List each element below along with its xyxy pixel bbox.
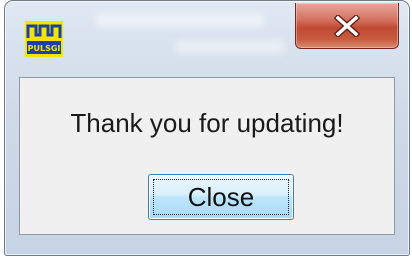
pulsgi-logo-icon: PULSGI	[25, 21, 63, 57]
pulsgi-logo-text: PULSGI	[28, 44, 61, 53]
close-icon	[334, 14, 360, 37]
dialog-message: Thank you for updating!	[70, 108, 344, 138]
close-window-button[interactable]	[295, 3, 399, 49]
glass-reflection	[175, 41, 285, 53]
glass-reflection	[95, 13, 265, 27]
dialog-window: PULSGI Thank you for updating! Close	[4, 0, 410, 256]
title-bar[interactable]: PULSGI	[5, 1, 409, 77]
dialog-content: Thank you for updating! Close	[19, 77, 395, 235]
close-button-label: Close	[187, 181, 255, 212]
close-button[interactable]: Close	[148, 174, 294, 220]
